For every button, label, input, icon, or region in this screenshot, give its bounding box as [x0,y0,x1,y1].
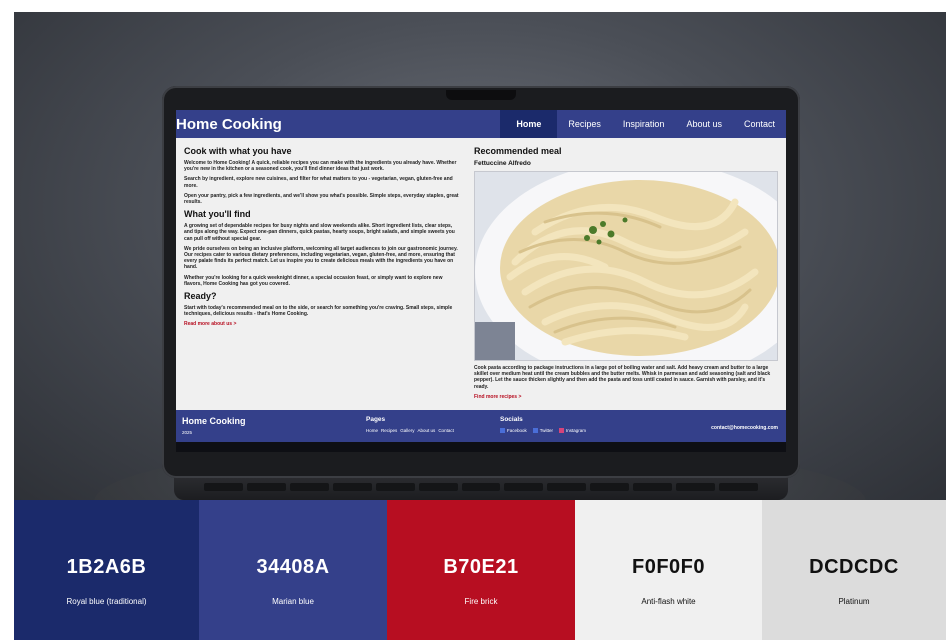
recommended-column: Recommended meal Fettuccine Alfredo Cook… [474,146,778,402]
footer-pages-links: Home Recipes Gallery About us Contact [366,428,454,433]
nav-recipes[interactable]: Recipes [557,110,612,138]
nav-inspiration[interactable]: Inspiration [612,110,676,138]
footer-link-about[interactable]: About us [418,428,436,433]
swatch-hex: F0F0F0 [631,556,706,578]
nav-home[interactable]: Home [500,110,558,138]
social-instagram-label: Instagram [566,428,587,433]
swatch-name: Platinum [838,597,870,606]
key [719,483,758,491]
swatch-marian-blue: 34408A Marian blue [199,500,387,640]
meal-title: Fettuccine Alfredo [474,160,531,167]
key [204,483,243,491]
key [633,483,673,491]
intro-paragraph: Welcome to Home Cooking! A quick, reliab… [184,160,457,173]
key [504,483,544,491]
social-twitter-label: Twitter [539,428,554,433]
screen-bezel-bottom [176,442,786,452]
footer-pages-heading: Pages [366,416,386,423]
intro-heading: Cook with what you have [184,146,292,156]
intro-paragraph: Search by ingredient, explore new cuisin… [184,176,453,189]
main-content: Cook with what you have Welcome to Home … [176,138,786,402]
find-paragraph: We pride ourselves on being an inclusive… [184,245,458,271]
key [590,483,630,491]
pasta-illustration [475,172,777,360]
pasta-image [474,171,778,361]
nav-contact[interactable]: Contact [733,110,786,138]
footer-socials-heading: Socials [500,416,523,423]
swatch-royal-blue: 1B2A6B Royal blue (traditional) [14,500,199,640]
recommended-heading: Recommended meal [474,146,562,156]
color-palette: 1B2A6B Royal blue (traditional) 34408A M… [14,500,946,640]
nav-about[interactable]: About us [675,110,733,138]
ready-heading: Ready? [184,291,217,302]
footer-link-home[interactable]: Home [366,428,378,433]
swatch-name: Marian blue [272,597,314,606]
key [676,483,716,491]
ready-paragraph: Start with today's recommended meal on t… [184,305,453,318]
swatch-hex: DCDCDC [809,556,899,578]
laptop-screen: Home Cooking Home Recipes Inspiration Ab… [176,110,786,452]
site-header: Home Cooking Home Recipes Inspiration Ab… [176,110,786,138]
social-instagram[interactable]: Instagram [559,428,587,434]
meal-description: Cook pasta according to package instruct… [474,365,771,390]
swatch-hex: 1B2A6B [66,556,147,578]
facebook-icon [500,428,505,434]
footer-link-recipes[interactable]: Recipes [381,428,397,433]
find-more-link[interactable]: Find more recipes > [474,394,778,400]
swatch-name: Fire brick [464,597,498,606]
key [375,483,415,491]
footer-logo[interactable]: Home Cooking [182,416,246,426]
footer-link-contact[interactable]: Contact [438,428,454,433]
laptop: Home Cooking Home Recipes Inspiration Ab… [162,86,800,478]
find-paragraph: Whether you're looking for a quick weekn… [184,274,443,287]
read-more-link[interactable]: Read more about us > [184,321,460,327]
social-twitter[interactable]: Twitter [532,428,554,434]
site-nav: Home Recipes Inspiration About us Contac… [500,110,786,138]
footer-link-gallery[interactable]: Gallery [400,428,414,433]
footer-email[interactable]: contact@homecooking.com [711,425,778,431]
swatch-name: Royal blue (traditional) [66,597,147,606]
swatch-platinum: DCDCDC Platinum [762,500,946,640]
camera-notch [446,90,516,100]
keyboard-row [204,483,758,491]
swatch-hex: 34408A [256,556,330,578]
laptop-base [174,478,788,500]
social-facebook-label: Facebook [507,428,527,433]
key [547,483,587,491]
key [418,483,458,491]
social-facebook[interactable]: Facebook [500,428,527,434]
intro-column: Cook with what you have Welcome to Home … [184,146,474,402]
twitter-icon [532,428,538,434]
key [289,483,329,491]
site-footer: Home Cooking 2025 Pages Home Recipes Gal… [176,410,786,442]
swatch-name: Anti-flash white [641,597,696,606]
swatch-anti-flash-white: F0F0F0 Anti-flash white [575,500,762,640]
key [332,483,372,491]
swatch-fire-brick: B70E21 Fire brick [387,500,575,640]
find-heading: What you'll find [184,209,251,220]
instagram-icon [559,428,565,434]
swatch-hex: B70E21 [443,556,519,578]
footer-year: 2025 [182,430,193,435]
key [461,483,501,491]
key [246,483,286,491]
intro-paragraph: Open your pantry, pick a few ingredients… [184,192,459,206]
find-paragraph: A growing set of dependable recipes for … [184,223,455,242]
site-logo[interactable]: Home Cooking [176,116,282,133]
mockup-background: Home Cooking Home Recipes Inspiration Ab… [14,12,946,500]
footer-socials: Facebook Twitter Instagram [500,428,587,434]
